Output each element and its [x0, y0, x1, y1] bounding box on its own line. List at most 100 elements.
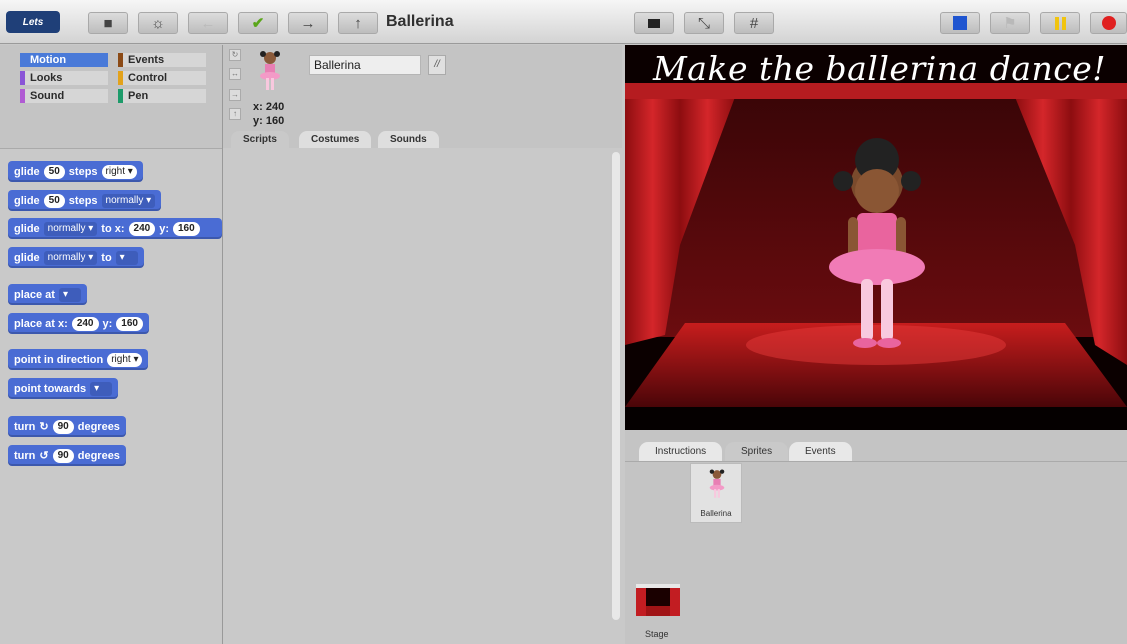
category-motion[interactable]: Motion — [20, 53, 108, 67]
sprite-y-readout: y: 160 — [253, 115, 285, 127]
sprite-corral: Instructions Sprites Events Ballerina St… — [625, 430, 1127, 644]
sprite-name-field[interactable]: Ballerina — [309, 55, 421, 75]
stop-square-icon — [953, 16, 967, 30]
block-glide-steps-easing[interactable]: glide 50 steps normally — [8, 190, 162, 211]
category-control[interactable]: Control — [118, 71, 206, 85]
x-input[interactable]: 240 — [71, 316, 99, 331]
flag-icon: ⚑ — [1003, 15, 1017, 32]
stage-backdrop — [625, 45, 1127, 430]
category-events[interactable]: Events — [118, 53, 206, 67]
rotate-clockwise-icon: ↻ — [39, 421, 49, 433]
app-window: Lets ■ ☼ ← ✔ → ↑ Ballerina ⤡ # ⚑ Motion … — [0, 0, 1127, 644]
category-looks[interactable]: Looks — [20, 71, 108, 85]
stage-title: Make the ballerina dance! — [653, 49, 1107, 88]
scripts-scrollbar[interactable] — [612, 152, 620, 620]
block-turn-left[interactable]: turn ↺ 90 degrees — [8, 445, 126, 466]
flag-button[interactable]: ⚑ — [990, 12, 1030, 34]
x-input[interactable]: 240 — [128, 221, 156, 236]
rotate-counterclockwise-icon: ↺ — [39, 450, 49, 462]
sprite-x-readout: x: 240 — [253, 101, 285, 113]
category-pen[interactable]: Pen — [118, 89, 206, 103]
block-text: glide — [14, 251, 40, 264]
block-glide-steps-direction[interactable]: glide 50 steps right — [8, 161, 143, 182]
tab-sounds[interactable]: Sounds — [378, 131, 439, 148]
rotation-style-none-icon[interactable]: → — [229, 89, 241, 101]
block-place-at-xy[interactable]: place at x: 240 y: 160 — [8, 313, 149, 334]
block-text: steps — [68, 165, 98, 178]
record-button[interactable] — [1090, 12, 1127, 34]
block-glide-to-xy[interactable]: glide normally to x: 240 y: 160 — [8, 218, 222, 239]
block-place-at[interactable]: place at — [8, 284, 87, 305]
sprite-card-thumbnail — [709, 469, 725, 498]
rotation-style-up-icon[interactable]: ↑ — [229, 108, 241, 120]
small-stage-button[interactable] — [634, 12, 674, 34]
y-input[interactable]: 160 — [172, 221, 200, 236]
target-dropdown[interactable] — [90, 381, 113, 396]
block-point-in-direction[interactable]: point in direction right — [8, 349, 149, 370]
arrow-right-icon: → — [300, 14, 316, 32]
corral-divider — [625, 461, 1127, 462]
category-sound[interactable]: Sound — [20, 89, 108, 103]
block-turn-right[interactable]: turn ↻ 90 degrees — [8, 416, 126, 437]
draggable-toggle[interactable]: // — [428, 55, 446, 75]
gear-icon: ☼ — [151, 14, 165, 32]
direction-dropdown[interactable]: right — [101, 164, 137, 179]
rotation-style-flip-icon[interactable]: ↔ — [229, 68, 241, 80]
block-text: degrees — [77, 420, 120, 433]
block-text: turn — [14, 420, 36, 433]
new-file-button[interactable]: ■ — [88, 12, 128, 34]
block-text: steps — [68, 194, 98, 207]
y-input[interactable]: 160 — [116, 316, 143, 331]
block-text: to — [101, 251, 112, 264]
target-dropdown[interactable] — [115, 250, 138, 265]
tab-costumes[interactable]: Costumes — [299, 131, 372, 148]
target-dropdown[interactable] — [58, 287, 81, 302]
category-panel: Motion Events Looks Control Sound Pen — [0, 45, 222, 148]
pause-button[interactable] — [1040, 12, 1080, 34]
grid-button[interactable]: # — [734, 12, 774, 34]
settings-button[interactable]: ☼ — [138, 12, 178, 34]
stage-thumbnail[interactable] — [636, 584, 680, 616]
undo-button[interactable]: ← — [188, 12, 228, 34]
block-point-towards[interactable]: point towards — [8, 378, 119, 399]
block-text: y: — [102, 317, 113, 330]
tab-instructions[interactable]: Instructions — [639, 442, 723, 461]
stop-button[interactable] — [940, 12, 980, 34]
sprite-card-ballerina[interactable]: Ballerina — [690, 463, 742, 523]
app-logo[interactable]: Lets — [6, 11, 60, 33]
scripts-area[interactable] — [222, 148, 622, 644]
easing-dropdown[interactable]: normally — [43, 221, 98, 236]
direction-dropdown[interactable]: right — [107, 352, 143, 367]
project-title: Ballerina — [386, 13, 454, 30]
block-text: to x: — [101, 222, 125, 235]
tab-sprites[interactable]: Sprites — [725, 442, 789, 461]
redo-button[interactable]: → — [288, 12, 328, 34]
file-icon: ■ — [103, 14, 113, 32]
degrees-input[interactable]: 90 — [52, 448, 74, 463]
block-text: place at — [14, 288, 55, 301]
rotation-style-all-icon[interactable]: ↻ — [229, 49, 241, 61]
easing-dropdown[interactable]: normally — [101, 193, 156, 208]
tab-events[interactable]: Events — [789, 442, 852, 461]
arrow-left-icon: ← — [200, 14, 216, 32]
block-text: point towards — [14, 382, 87, 395]
upload-button[interactable]: ↑ — [338, 12, 378, 34]
block-text: glide — [14, 222, 40, 235]
check-button[interactable]: ✔ — [238, 12, 278, 34]
block-text: turn — [14, 449, 36, 462]
easing-dropdown[interactable]: normally — [43, 250, 98, 265]
fullscreen-button[interactable]: ⤡ — [684, 12, 724, 34]
stage-label: Stage — [645, 629, 669, 639]
block-glide-to-target[interactable]: glide normally to — [8, 247, 144, 268]
tab-scripts[interactable]: Scripts — [231, 131, 289, 148]
number-input[interactable]: 50 — [43, 193, 65, 208]
block-text: glide — [14, 165, 40, 178]
arrow-up-icon: ↑ — [354, 14, 362, 32]
pause-icon — [1054, 16, 1066, 30]
number-input[interactable]: 50 — [43, 164, 65, 179]
block-palette: glide 50 steps right glide 50 steps norm… — [0, 148, 222, 644]
stage[interactable]: Make the ballerina dance! — [625, 45, 1127, 430]
stage-layout-icon — [648, 18, 660, 28]
block-text: point in direction — [14, 353, 104, 366]
degrees-input[interactable]: 90 — [52, 419, 74, 434]
